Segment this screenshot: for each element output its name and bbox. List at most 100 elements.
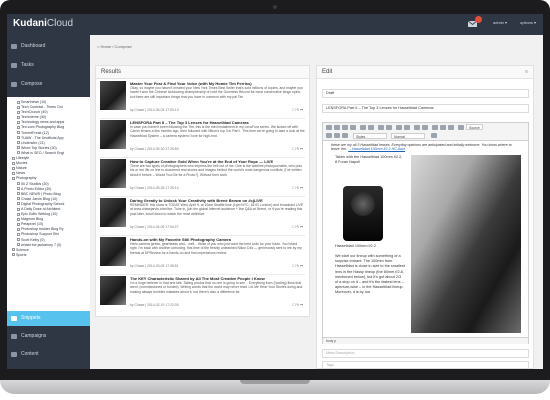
tree-checkbox[interactable] [17, 115, 20, 119]
result-item[interactable]: Hands-on with My Favorite Still Photogra… [100, 237, 305, 274]
editor-paragraph: We start our lineup with something of a … [335, 254, 405, 295]
tree-checkbox[interactable] [12, 176, 15, 180]
brand-sub: Cloud [46, 18, 74, 29]
result-excerpt: Okay, so maybe you haven't created your … [130, 86, 303, 99]
tree-checkbox[interactable] [17, 120, 20, 124]
result-divider [100, 274, 305, 275]
compose-icon [11, 82, 17, 87]
panel-options-icon[interactable]: ≡ [525, 69, 528, 75]
unlink-icon[interactable] [386, 125, 392, 130]
tree-checkbox[interactable] [17, 243, 20, 247]
undo-icon[interactable] [414, 125, 420, 130]
styles-select[interactable]: Styles [353, 133, 387, 139]
result-item[interactable]: Daring Greatly to Unlock Your Creativity… [100, 198, 305, 235]
outdent-icon[interactable] [334, 133, 340, 138]
align-center-icon[interactable] [440, 125, 446, 130]
italic-icon[interactable] [334, 125, 340, 130]
user-menu[interactable]: admin ▾ [493, 20, 507, 25]
tree-checkbox[interactable] [17, 151, 20, 155]
result-excerpt: I'm a huge believer in that arts talk. T… [130, 281, 303, 294]
result-divider [100, 235, 305, 236]
tree-checkbox[interactable] [17, 222, 20, 226]
result-actions[interactable]: ☐ ✎ ↦ [292, 186, 303, 190]
nav-tasks[interactable]: Tasks [7, 58, 90, 73]
options-menu[interactable]: options ▾ [520, 20, 536, 25]
align-right-icon[interactable] [448, 125, 454, 130]
editor-body[interactable]: these are my all 3 Hasselblad lenses. Ev… [323, 141, 528, 337]
strike-icon[interactable] [350, 125, 356, 130]
tree-checkbox[interactable] [17, 105, 20, 109]
list-bullet-icon[interactable] [368, 125, 374, 130]
tree-checkbox[interactable] [17, 192, 20, 196]
image-icon[interactable] [396, 125, 402, 130]
result-item[interactable]: How to Capture Creative Gold When You're… [100, 159, 305, 196]
link-icon[interactable] [378, 125, 384, 130]
format-select[interactable]: Normal [391, 133, 425, 139]
tree-checkbox[interactable] [12, 171, 15, 175]
tree-checkbox[interactable] [12, 253, 15, 257]
title-field[interactable]: LENSFORA Part II – The Top 3 Lenses for … [322, 104, 529, 113]
tree-checkbox[interactable] [17, 182, 20, 186]
tree-checkbox[interactable] [17, 110, 20, 114]
tree-checkbox[interactable] [17, 207, 20, 211]
help-icon[interactable] [431, 133, 437, 138]
brand-main: Kudani [13, 18, 47, 29]
tree-item[interactable]: Sports [9, 253, 88, 258]
nav-campaigns[interactable]: Campaigns [7, 329, 90, 344]
tree-checkbox[interactable] [12, 166, 15, 170]
dashboard-icon [11, 44, 17, 49]
result-actions[interactable]: ☐ ✎ ↦ [292, 225, 303, 229]
tree-checkbox[interactable] [17, 100, 20, 104]
redo-icon[interactable] [422, 125, 428, 130]
result-actions[interactable]: ☐ ✎ ↦ [292, 108, 303, 112]
source-button[interactable]: Source [466, 124, 483, 130]
result-actions[interactable]: ☐ ✎ ↦ [292, 303, 303, 307]
tree-checkbox[interactable] [12, 248, 15, 252]
tree-checkbox[interactable] [17, 212, 20, 216]
breadcrumb-home[interactable]: Home [101, 44, 112, 49]
nav-dashboard[interactable]: Dashboard [7, 39, 90, 54]
result-item[interactable]: The KEY Characteristic Shared by All The… [100, 276, 305, 313]
tree-checkbox[interactable] [17, 131, 20, 135]
editor-intro: these are my all 3 Hasselblad lenses. Ev… [331, 143, 521, 152]
tree-checkbox[interactable] [17, 136, 20, 140]
rich-text-editor[interactable]: Source Styles Normal these are my all 3 … [322, 122, 529, 344]
result-actions[interactable]: ☐ ✎ ↦ [292, 147, 303, 151]
tree-checkbox[interactable] [12, 161, 15, 165]
tree-checkbox[interactable] [17, 187, 20, 191]
result-item[interactable]: LENSFORA Part II – The Top 3 Lenses for … [100, 120, 305, 157]
status-field[interactable]: Draft [322, 89, 529, 98]
tree-checkbox[interactable] [17, 227, 20, 231]
lens-caption: Hasselblad 100mm f/2.2 [335, 244, 376, 248]
tree-checkbox[interactable] [17, 197, 20, 201]
tree-checkbox[interactable] [17, 202, 20, 206]
nav-snippets[interactable]: Snippets [7, 311, 90, 326]
tree-checkbox[interactable] [17, 126, 20, 130]
indent-icon[interactable] [326, 133, 332, 138]
tree-checkbox[interactable] [17, 238, 20, 242]
result-actions[interactable]: ☐ ✎ ↦ [292, 264, 303, 268]
maximize-icon[interactable] [458, 125, 464, 130]
result-meta: by Chase | 2014-05-30 17:26:50 [130, 147, 179, 151]
nav-compose[interactable]: Compose [7, 77, 90, 92]
nav-content[interactable]: Content [7, 347, 90, 362]
underline-icon[interactable] [342, 125, 348, 130]
tree-checkbox[interactable] [17, 232, 20, 236]
blockquote-icon[interactable] [342, 133, 348, 138]
result-item[interactable]: Master Your Fear & Find Your Voice (with… [100, 81, 305, 118]
brand-logo[interactable]: KudaniCloud [13, 18, 73, 29]
tree-checkbox[interactable] [17, 217, 20, 221]
bold-icon[interactable] [326, 125, 332, 130]
table-icon[interactable] [404, 125, 410, 130]
align-left-icon[interactable] [432, 125, 438, 130]
result-thumbnail [100, 198, 126, 227]
tree-checkbox[interactable] [12, 156, 15, 160]
editor-intro-link[interactable]: →Hasselblad 100mm f/2.2 HC Auto [348, 147, 405, 151]
tree-checkbox[interactable] [17, 141, 20, 145]
editor-caption: Taken with the Hasselblad 100mm f/2.2, 8… [335, 155, 403, 164]
result-thumbnail [100, 276, 126, 305]
list-ordered-icon[interactable] [360, 125, 366, 130]
tags-field[interactable]: Tags [322, 361, 529, 369]
tree-checkbox[interactable] [17, 146, 20, 150]
meta-description-field[interactable]: Meta Description [322, 349, 529, 358]
